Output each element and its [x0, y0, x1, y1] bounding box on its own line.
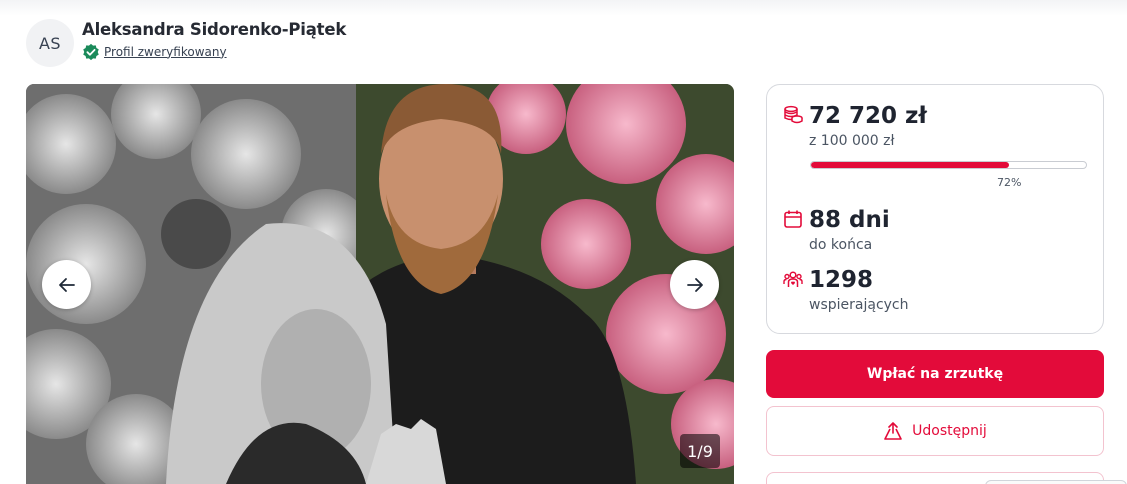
arrow-right-icon — [686, 277, 703, 292]
progress-bar-fill — [811, 162, 1009, 168]
fundraiser-stats-card: 72 720 zł z 100 000 zł 72% 88 dni do koń… — [766, 84, 1104, 334]
verified-profile-link[interactable]: Profil zweryfikowany — [104, 45, 227, 59]
author-info: Aleksandra Sidorenko-Piątek Profil zwery… — [82, 20, 346, 61]
share-icon — [884, 422, 902, 440]
avatar[interactable]: AS — [26, 19, 74, 67]
photo-gallery: 1/9 — [26, 84, 734, 484]
supporters-row: 1298 — [783, 267, 873, 293]
share-button[interactable]: Udostępnij — [766, 406, 1104, 456]
supporters-icon — [783, 271, 803, 287]
gallery-counter: 1/9 — [680, 434, 720, 468]
coins-icon — [784, 105, 803, 124]
gallery-next-button[interactable] — [670, 260, 719, 309]
progress-percent: 72% — [997, 176, 1022, 189]
supporters-label: wspierających — [809, 297, 909, 313]
author-name[interactable]: Aleksandra Sidorenko-Piątek — [82, 20, 346, 39]
verified-badge: Profil zweryfikowany — [82, 43, 346, 61]
goal-amount: z 100 000 zł — [809, 133, 895, 149]
raised-amount: 72 720 zł — [809, 103, 927, 129]
top-bar-shadow — [0, 0, 1127, 16]
donate-button[interactable]: Wpłać na zrzutkę — [766, 350, 1104, 398]
gallery-prev-button[interactable] — [42, 260, 91, 309]
progress-bar — [810, 161, 1087, 169]
calendar-icon — [784, 210, 802, 228]
author-header: AS Aleksandra Sidorenko-Piątek Profil zw… — [26, 19, 346, 67]
days-left-label: do końca — [809, 237, 873, 253]
campaign-photo[interactable] — [26, 84, 734, 484]
floating-panel-edge — [985, 480, 1127, 484]
raised-amount-row: 72 720 zł — [783, 103, 927, 129]
arrow-left-icon — [58, 277, 75, 292]
days-left: 88 dni — [809, 207, 890, 233]
share-button-label: Udostępnij — [912, 423, 987, 439]
supporters-count: 1298 — [809, 267, 874, 293]
verified-check-icon — [83, 43, 99, 60]
days-left-row: 88 dni — [783, 207, 890, 233]
